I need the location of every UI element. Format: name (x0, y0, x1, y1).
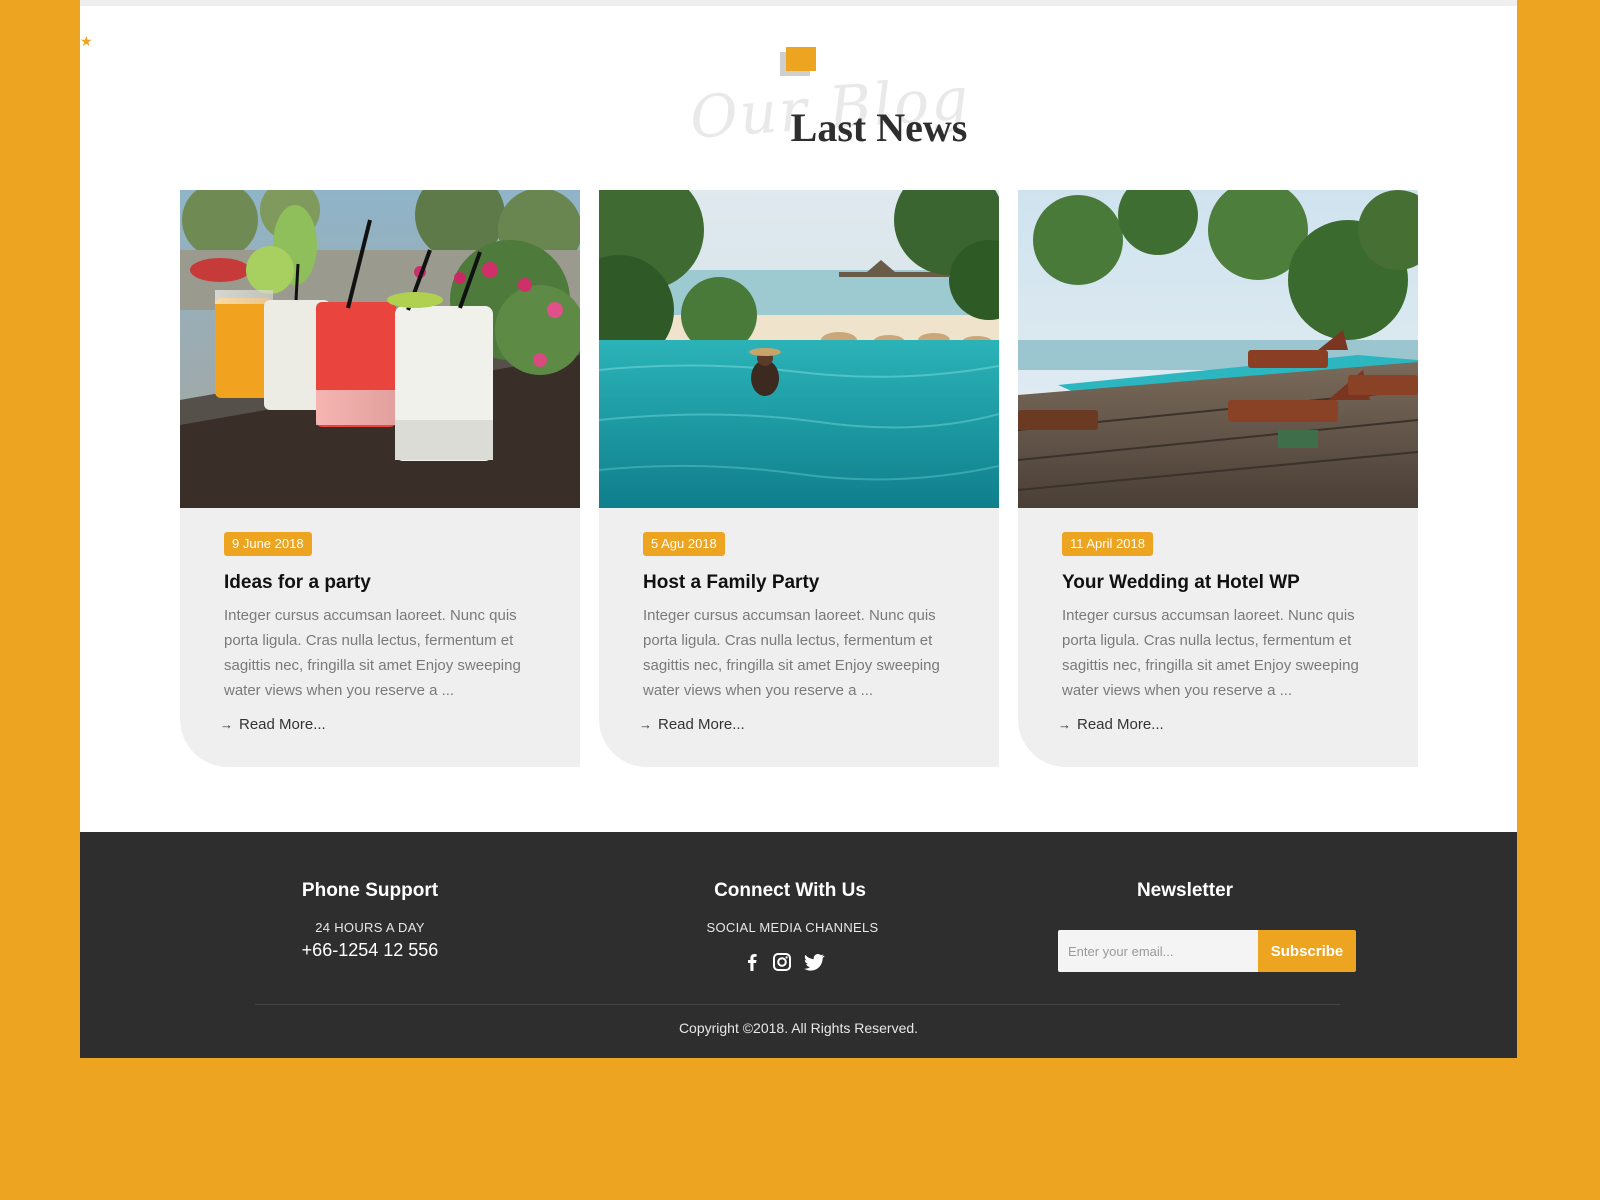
news-card-body: 5 Agu 2018 Host a Family Party Integer c… (599, 508, 999, 767)
page: ★ Our Blog Last News 9 June 2018 Ideas f… (80, 0, 1517, 1058)
social-caption: SOCIAL MEDIA CHANNELS (706, 920, 879, 935)
connect-heading: Connect With Us (714, 880, 866, 901)
phone-number[interactable]: +66-1254 12 556 (230, 940, 510, 961)
read-more-label: Read More... (1077, 716, 1164, 733)
newsletter-heading: Newsletter (1136, 880, 1234, 901)
subscribe-button[interactable]: Subscribe (1258, 930, 1356, 972)
twitter-icon[interactable] (802, 950, 826, 974)
arrow-right-icon: → (220, 717, 233, 732)
instagram-icon[interactable] (770, 950, 794, 974)
news-card: 11 April 2018 Your Wedding at Hotel WP I… (1018, 190, 1418, 767)
footer-divider (255, 1004, 1340, 1005)
phone-hours-caption: 24 HOURS A DAY (315, 920, 425, 935)
news-card-body: 11 April 2018 Your Wedding at Hotel WP I… (1018, 508, 1418, 767)
phone-support-heading: Phone Support (301, 880, 439, 901)
news-excerpt: Integer cursus accumsan laoreet. Nunc qu… (1062, 607, 1359, 699)
pool-deck-photo[interactable] (1018, 190, 1418, 508)
date-badge: 9 June 2018 (224, 532, 312, 556)
top-strip (80, 0, 1517, 6)
news-excerpt: Integer cursus accumsan laoreet. Nunc qu… (643, 607, 940, 699)
star-icon: ★ (80, 33, 93, 49)
date-badge: 11 April 2018 (1062, 532, 1153, 556)
infinity-pool-photo[interactable] (599, 190, 999, 508)
read-more-link[interactable]: → Read More... (639, 716, 745, 733)
newsletter-email-input[interactable] (1058, 930, 1268, 972)
facebook-icon[interactable] (740, 950, 764, 974)
news-card: 5 Agu 2018 Host a Family Party Integer c… (599, 190, 999, 767)
read-more-link[interactable]: → Read More... (1058, 716, 1164, 733)
read-more-label: Read More... (658, 716, 745, 733)
arrow-right-icon: → (639, 717, 652, 732)
news-title[interactable]: Ideas for a party (224, 572, 564, 594)
news-card-body: 9 June 2018 Ideas for a party Integer cu… (180, 508, 580, 767)
news-title[interactable]: Host a Family Party (643, 572, 983, 594)
section-title: Last News (790, 105, 968, 150)
read-more-label: Read More... (239, 716, 326, 733)
copyright-text: Copyright ©2018. All Rights Reserved. (678, 1020, 919, 1036)
social-links (740, 950, 840, 974)
news-title[interactable]: Your Wedding at Hotel WP (1062, 572, 1402, 594)
news-excerpt: Integer cursus accumsan laoreet. Nunc qu… (224, 607, 521, 699)
news-card: 9 June 2018 Ideas for a party Integer cu… (180, 190, 580, 767)
section-squares-icon (780, 47, 818, 77)
date-badge: 5 Agu 2018 (643, 532, 725, 556)
read-more-link[interactable]: → Read More... (220, 716, 326, 733)
arrow-right-icon: → (1058, 717, 1071, 732)
footer: Phone Support 24 HOURS A DAY +66-1254 12… (80, 832, 1517, 1058)
cocktail-glasses-photo[interactable] (180, 190, 580, 508)
